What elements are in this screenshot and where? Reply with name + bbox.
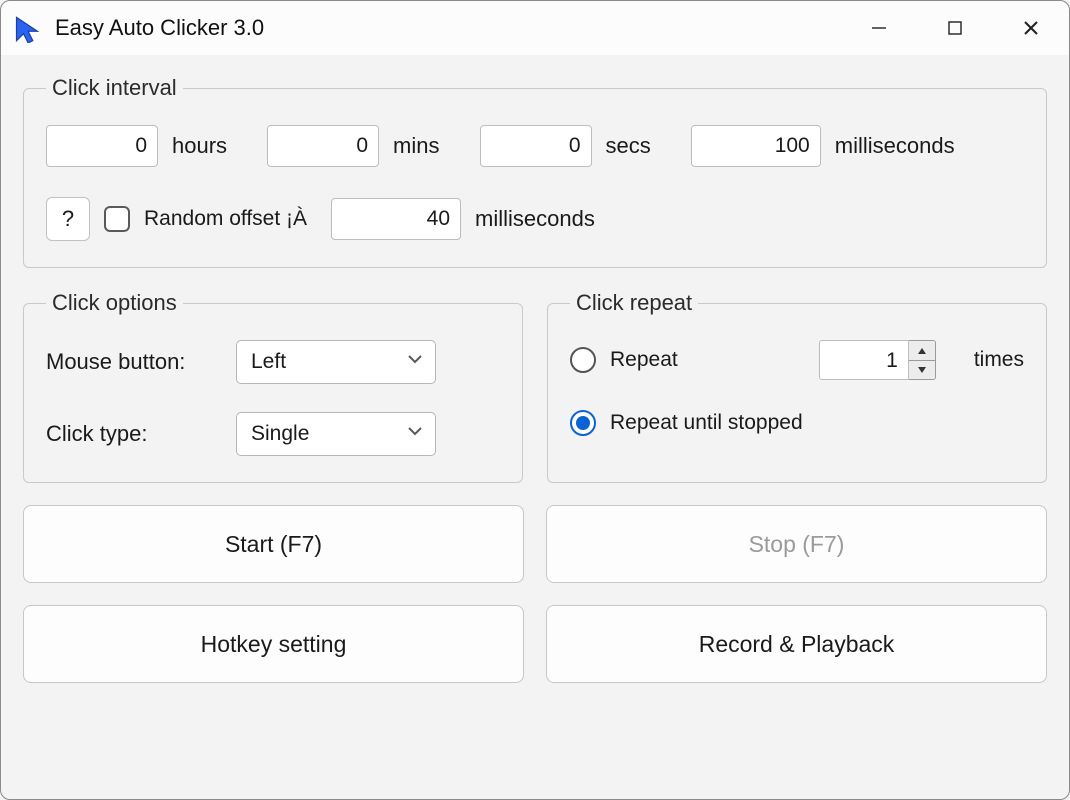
repeat-times-unit: times [974,348,1024,372]
start-button[interactable]: Start (F7) [23,505,524,583]
mouse-button-value: Left [251,350,286,374]
click-repeat-legend: Click repeat [570,290,698,316]
random-offset-label: Random offset ¡À [144,207,307,231]
repeat-times-input[interactable]: 1 [819,340,909,380]
repeat-times-spinner[interactable]: 1 [819,340,936,380]
window-title: Easy Auto Clicker 3.0 [55,15,264,41]
click-type-select[interactable]: Single [236,412,436,456]
click-interval-legend: Click interval [46,75,183,101]
hotkey-setting-button[interactable]: Hotkey setting [23,605,524,683]
mins-label: mins [393,133,439,159]
click-type-label: Click type: [46,421,236,447]
stop-button[interactable]: Stop (F7) [546,505,1047,583]
hours-input[interactable]: 0 [46,125,158,167]
mouse-button-label: Mouse button: [46,349,236,375]
repeat-times-label: Repeat [610,348,678,372]
random-offset-checkbox[interactable] [104,206,130,232]
random-offset-input[interactable]: 40 [331,198,461,240]
click-options-group: Click options Mouse button: Left Click t… [23,290,523,483]
click-interval-group: Click interval 0 hours 0 mins 0 secs 100… [23,75,1047,268]
click-type-value: Single [251,422,309,446]
help-button[interactable]: ? [46,197,90,241]
spinner-up-button[interactable] [909,341,935,360]
mins-input[interactable]: 0 [267,125,379,167]
repeat-times-radio[interactable] [570,347,596,373]
click-repeat-group: Click repeat Repeat 1 times [547,290,1047,483]
ms-input[interactable]: 100 [691,125,821,167]
minimize-button[interactable] [841,1,917,55]
client-area: Click interval 0 hours 0 mins 0 secs 100… [1,55,1069,799]
chevron-down-icon [405,421,425,447]
repeat-until-radio[interactable] [570,410,596,436]
click-options-legend: Click options [46,290,183,316]
ms-label: milliseconds [835,133,955,159]
close-button[interactable] [993,1,1069,55]
chevron-down-icon [405,349,425,375]
mouse-button-select[interactable]: Left [236,340,436,384]
repeat-until-label: Repeat until stopped [610,411,803,435]
maximize-button[interactable] [917,1,993,55]
titlebar[interactable]: Easy Auto Clicker 3.0 [1,1,1069,55]
app-window: Easy Auto Clicker 3.0 Click interval 0 h… [0,0,1070,800]
random-offset-unit: milliseconds [475,206,595,232]
app-cursor-icon [13,15,41,43]
spinner-down-button[interactable] [909,360,935,379]
record-playback-button[interactable]: Record & Playback [546,605,1047,683]
secs-input[interactable]: 0 [480,125,592,167]
hours-label: hours [172,133,227,159]
secs-label: secs [606,133,651,159]
